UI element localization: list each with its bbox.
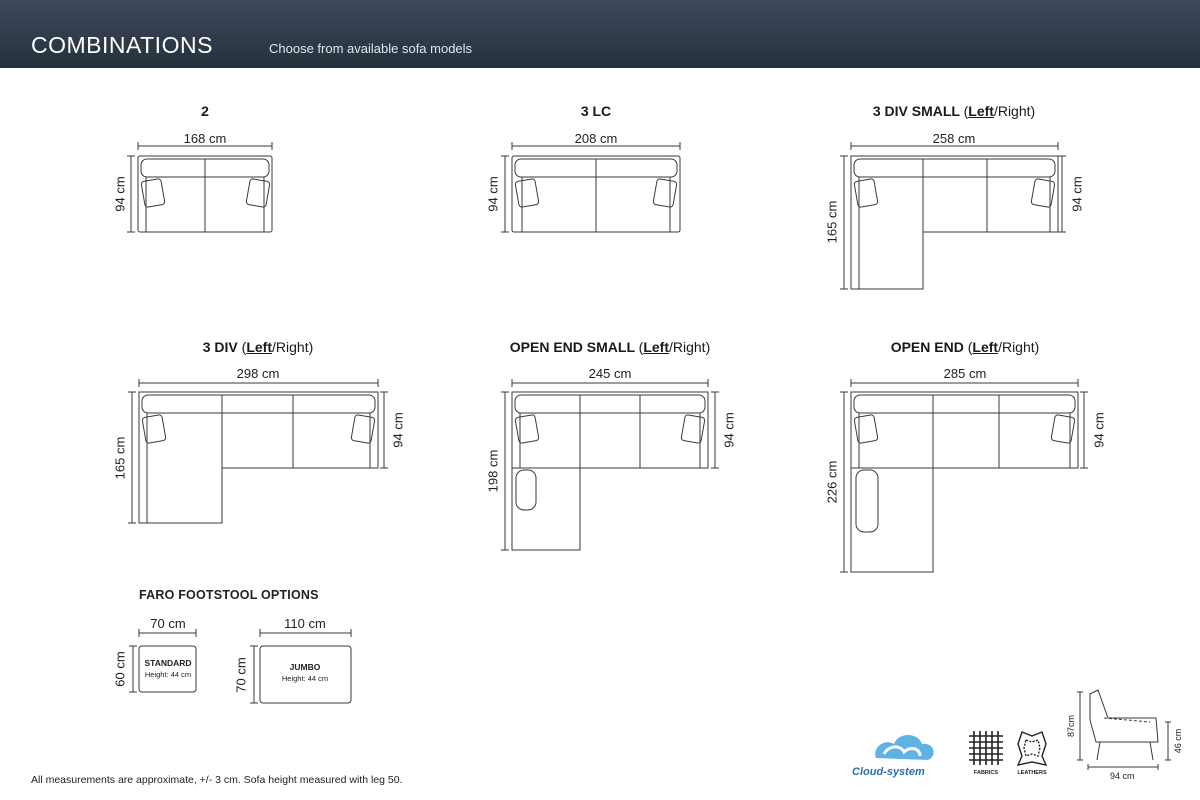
fabrics-label: FABRICS (973, 770, 999, 776)
dim-width-2: 168 cm (183, 131, 227, 146)
fabrics-icon (969, 731, 1003, 765)
left-option: Left (968, 103, 994, 119)
brand-name: Cloud-system (852, 766, 925, 778)
dim-width-3lc: 208 cm (574, 131, 618, 146)
dim-width-3divsmall: 258 cm (932, 131, 976, 146)
sofa-openendsmall-drawing (501, 379, 719, 551)
dim-depth-3div: 94 cm (390, 412, 406, 448)
sofa-3divsmall-drawing (840, 142, 1066, 290)
dim-depth-2: 94 cm (112, 176, 128, 212)
sofa-2-drawing (127, 142, 273, 233)
model-title-openendsmall: OPEN END SMALL (Left/Right) (509, 339, 711, 355)
dim-depth-openendsmall: 94 cm (721, 412, 737, 448)
footstool-jumbo-height: Height: 44 cm (281, 674, 329, 683)
sofa-openend-drawing (840, 379, 1088, 573)
left-option: Left (246, 339, 273, 355)
dim-depth-3divsmall: 94 cm (1069, 176, 1085, 212)
dim-width-3div: 298 cm (236, 366, 280, 381)
footstool-standard-label: STANDARD (144, 658, 192, 668)
dim-depth-3lc: 94 cm (485, 176, 501, 212)
dim-long-3div: 165 cm (112, 436, 128, 480)
profile-height: 87cm (1066, 714, 1076, 738)
dim-width-openend: 285 cm (943, 366, 987, 381)
dim-width-jumbo: 110 cm (284, 616, 326, 631)
model-title-3div: 3 DIV (Left/Right) (202, 339, 314, 355)
dim-width-openendsmall: 245 cm (588, 366, 632, 381)
model-title-3divsmall: 3 DIV SMALL (Left/Right) (872, 103, 1036, 119)
model-title-2: 2 (201, 103, 209, 119)
sofa-profile-icon (1077, 689, 1171, 770)
footer-note: All measurements are approximate, +/- 3 … (31, 774, 403, 786)
leathers-icon (1016, 731, 1048, 766)
sofa-drawings (127, 142, 1171, 770)
dim-long-openendsmall: 198 cm (485, 449, 501, 493)
dim-depth-jumbo: 70 cm (233, 657, 249, 693)
footstool-jumbo-label: JUMBO (289, 662, 321, 672)
leathers-label: LEATHERS (1017, 770, 1047, 776)
dim-width-standard: 70 cm (150, 616, 186, 631)
cloud-logo-icon (875, 735, 934, 760)
footstool-title: FARO FOOTSTOOL OPTIONS (139, 588, 319, 602)
dim-depth-openend: 94 cm (1091, 412, 1107, 448)
footstool-standard-height: Height: 44 cm (144, 670, 192, 679)
dim-long-openend: 226 cm (824, 460, 840, 504)
left-option: Left (643, 339, 669, 355)
model-title-3lc: 3 LC (580, 103, 612, 119)
left-option: Left (972, 339, 999, 355)
sofa-3div-drawing (128, 379, 388, 524)
dim-depth-standard: 60 cm (112, 651, 128, 687)
model-title-openend: OPEN END (Left/Right) (890, 339, 1040, 355)
profile-seat-height: 46 cm (1173, 728, 1183, 754)
profile-depth: 94 cm (1110, 771, 1135, 781)
dim-long-3divsmall: 165 cm (824, 200, 840, 244)
sofa-3lc-drawing (501, 142, 681, 233)
